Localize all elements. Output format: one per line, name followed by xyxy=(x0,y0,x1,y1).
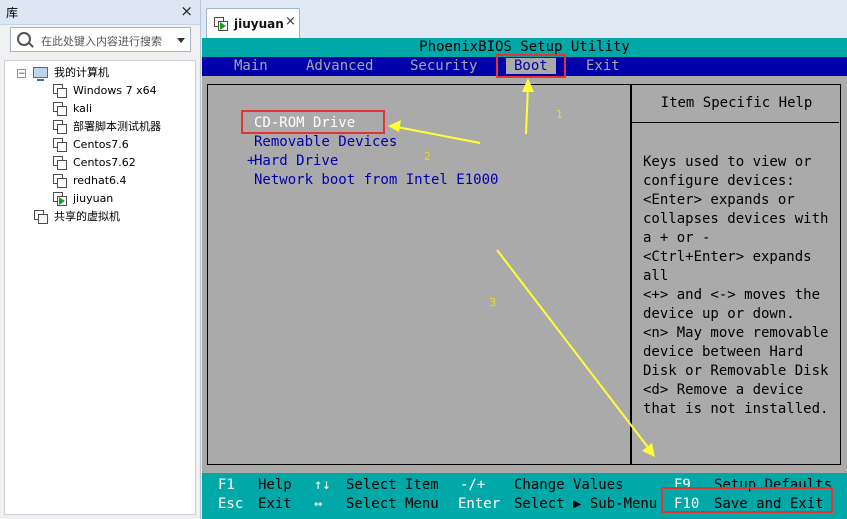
computer-icon xyxy=(33,67,48,81)
vm-icon xyxy=(53,84,67,98)
search-input[interactable]: 在此处键入内容进行搜索 xyxy=(10,27,191,52)
vm-running-icon xyxy=(53,192,67,206)
tree-item-label: 共享的虚拟机 xyxy=(54,210,120,223)
highlight-boot-tab xyxy=(496,54,566,78)
chevron-down-icon[interactable] xyxy=(177,38,185,43)
footer-desc: Select Item xyxy=(346,477,439,493)
tree-item-my-computer[interactable]: − 我的计算机 xyxy=(5,64,193,82)
vm-icon xyxy=(53,156,67,170)
footer-desc: Help xyxy=(258,477,292,493)
annotation-label: 3 xyxy=(489,296,496,309)
footer-key: F1 xyxy=(218,477,235,493)
help-line: <+> and <-> moves the xyxy=(643,287,821,303)
tree-item-vm[interactable]: kali xyxy=(5,100,193,118)
vm-icon xyxy=(53,102,67,116)
tab-label: jiuyuan xyxy=(234,17,284,31)
tree-item-shared-vms[interactable]: 共享的虚拟机 xyxy=(5,208,193,226)
collapse-icon[interactable]: − xyxy=(17,69,26,79)
tree-item-vm-running[interactable]: jiuyuan xyxy=(5,190,193,208)
vm-icon xyxy=(53,174,67,188)
footer-desc: Change Values xyxy=(514,477,624,493)
tree-item-vm[interactable]: redhat6.4 xyxy=(5,172,193,190)
tree-item-label: redhat6.4 xyxy=(73,174,127,187)
highlight-cdrom xyxy=(241,110,385,134)
help-line: a + or - xyxy=(643,230,711,246)
tree-item-label: Centos7.62 xyxy=(73,156,136,169)
menu-exit[interactable]: Exit xyxy=(586,58,620,74)
menu-main[interactable]: Main xyxy=(234,58,268,74)
tree-item-label: 部署脚本测试机器 xyxy=(73,120,161,133)
tree-item-label: Windows 7 x64 xyxy=(73,84,157,97)
library-header: 库 × xyxy=(0,0,200,25)
help-line: configure devices: xyxy=(643,173,795,189)
search-icon xyxy=(17,32,31,46)
footer-key: ↑↓ xyxy=(314,477,331,493)
tree-item-vm[interactable]: 部署脚本测试机器 xyxy=(5,118,193,136)
library-title: 库 xyxy=(6,6,19,20)
help-line: <d> Remove a device xyxy=(643,382,804,398)
tree-item-label: 我的计算机 xyxy=(54,66,109,79)
help-line: <n> May move removable xyxy=(643,325,829,341)
close-icon[interactable]: × xyxy=(180,2,193,20)
help-divider xyxy=(632,122,839,123)
footer-key: -/+ xyxy=(460,477,486,493)
boot-item-network[interactable]: Network boot from Intel E1000 xyxy=(254,172,498,188)
shared-vm-icon xyxy=(34,210,48,224)
tree-item-vm[interactable]: Windows 7 x64 xyxy=(5,82,193,100)
help-line: all xyxy=(643,268,669,284)
boot-item-removable[interactable]: Removable Devices xyxy=(254,134,397,150)
close-icon[interactable]: × xyxy=(285,14,296,29)
footer-desc: Select Menu xyxy=(346,496,439,512)
menu-security[interactable]: Security xyxy=(410,58,477,74)
vm-icon xyxy=(53,138,67,152)
help-line: device up or down. xyxy=(643,306,795,322)
boot-item-hard-drive[interactable]: Hard Drive xyxy=(254,153,338,169)
menu-advanced[interactable]: Advanced xyxy=(306,58,373,74)
tab-jiuyuan[interactable]: jiuyuan × xyxy=(206,8,300,38)
annotation-label: 1 xyxy=(556,108,563,121)
help-line: collapses devices with xyxy=(643,211,829,227)
help-line: <Enter> expands or xyxy=(643,192,795,208)
footer-key: Enter xyxy=(458,496,501,512)
library-panel: 库 × 在此处键入内容进行搜索 − 我的计算机 Windows 7 x64 ka… xyxy=(0,0,201,519)
help-line: Disk or Removable Disk xyxy=(643,363,829,379)
help-line: Keys used to view or xyxy=(643,154,812,170)
tree-item-label: jiuyuan xyxy=(73,192,114,205)
footer-key: Esc xyxy=(218,496,244,512)
vm-running-icon xyxy=(214,17,228,31)
footer-desc: Exit xyxy=(258,496,292,512)
help-line: that is not installed. xyxy=(643,401,829,417)
tree-item-vm[interactable]: Centos7.6 xyxy=(5,136,193,154)
tree-item-label: Centos7.6 xyxy=(73,138,129,151)
search-placeholder: 在此处键入内容进行搜索 xyxy=(41,35,162,48)
library-tree: − 我的计算机 Windows 7 x64 kali 部署脚本测试机器 Cent… xyxy=(4,60,196,515)
help-line: <Ctrl+Enter> expands xyxy=(643,249,812,265)
annotation-label: 2 xyxy=(424,150,431,163)
vm-icon xyxy=(53,120,67,134)
tree-item-label: kali xyxy=(73,102,93,115)
footer-key: ↔ xyxy=(314,496,323,512)
footer-desc: Select ▶ Sub-Menu xyxy=(514,496,658,512)
help-pane: Item Specific Help Keys used to view or … xyxy=(632,84,841,465)
help-title: Item Specific Help xyxy=(660,95,813,111)
highlight-save-exit xyxy=(661,487,833,513)
help-line: device between Hard xyxy=(643,344,804,360)
tree-item-vm[interactable]: Centos7.62 xyxy=(5,154,193,172)
bios-title: PhoenixBIOS Setup Utility xyxy=(419,39,630,55)
